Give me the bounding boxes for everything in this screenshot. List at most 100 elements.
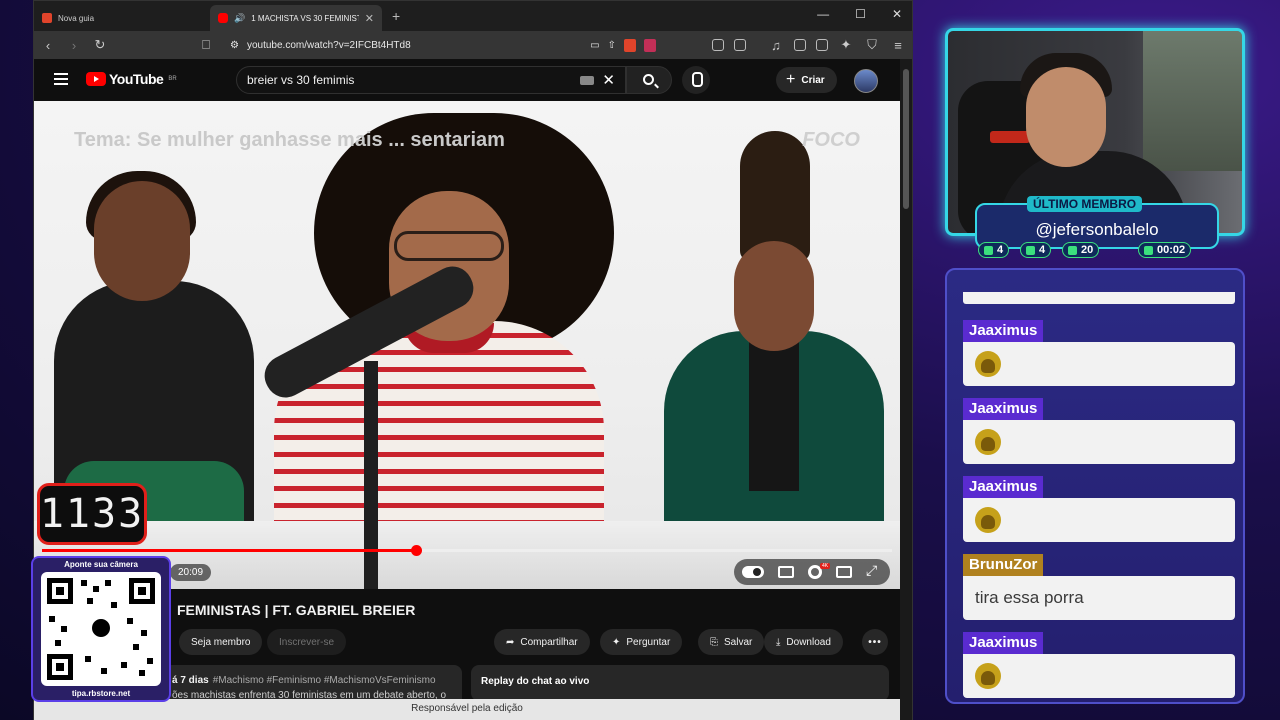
cast-icon[interactable]: ▭ — [590, 40, 599, 51]
ask-label: Perguntar — [626, 636, 671, 648]
share-button[interactable]: ➦ Compartilhar — [494, 629, 590, 655]
youtube-header: YouTube BR breier vs 30 femimis ✕ + Cria… — [34, 59, 912, 101]
progress-fill — [42, 549, 416, 552]
tab-title: 1 MACHISTA VS 30 FEMINISTAS | FT — [251, 13, 359, 23]
stream-timer: 00:02 — [1138, 242, 1192, 258]
search-icon — [643, 74, 654, 85]
scrollbar[interactable] — [900, 59, 912, 720]
share-icon: ➦ — [506, 636, 515, 648]
status-bar: Responsável pela edição — [34, 699, 900, 720]
channel-watermark: FOCO — [802, 129, 860, 151]
upload-date: á 7 dias — [172, 675, 209, 686]
ask-button[interactable]: ✦ Perguntar — [600, 629, 683, 655]
url-text: youtube.com/watch?v=2IFCBt4HTd8 — [246, 39, 411, 51]
bookmark-save-icon: ⎘ — [710, 636, 718, 648]
stream-clock: 1133 — [37, 483, 147, 545]
chat-message-body — [963, 420, 1235, 464]
chat-message-body — [963, 498, 1235, 542]
create-label: Criar — [801, 74, 825, 86]
progress-scrubber[interactable] — [411, 545, 422, 556]
emote-icon — [975, 429, 1001, 455]
vpn-icon[interactable]: ⛉ — [864, 37, 880, 53]
chat-username: Jaaximus — [963, 398, 1044, 420]
hamburger-menu-icon[interactable] — [54, 73, 68, 88]
player-controls: 4K — [734, 559, 890, 585]
close-window-icon[interactable]: ✕ — [892, 7, 902, 21]
youtube-play-icon — [86, 72, 106, 86]
chat-message: BrunuZor tira essa porra — [963, 554, 1235, 620]
search-button[interactable] — [626, 66, 672, 94]
reload-icon[interactable]: ↻ — [92, 37, 108, 53]
tab-youtube-video[interactable]: 🔊 1 MACHISTA VS 30 FEMINISTAS | FT ✕ — [210, 5, 382, 31]
leo-ai-icon[interactable]: ✦ — [838, 37, 854, 53]
maximize-icon[interactable]: ☐ — [855, 7, 866, 21]
subtitles-icon[interactable] — [778, 566, 794, 578]
sidebar-icon[interactable] — [794, 39, 806, 51]
download-button[interactable]: ⤓ Download — [764, 629, 843, 655]
media-icon[interactable]: ♫ — [768, 38, 784, 53]
address-bar[interactable]: ⚙ youtube.com/watch?v=2IFCBt4HTd8 ▭ ⇧ — [224, 34, 662, 56]
qr-footer: tipa.rbstore.net — [71, 689, 131, 698]
keyboard-icon[interactable] — [580, 75, 595, 85]
wallet-icon[interactable] — [816, 39, 828, 51]
join-button[interactable]: Seja membro — [179, 629, 263, 655]
subscribe-button[interactable]: Inscrever-se — [267, 629, 347, 655]
twitch-count: 4 — [997, 244, 1004, 256]
share-label: Compartilhar — [520, 636, 578, 648]
chat-message-partial — [963, 292, 1235, 304]
more-actions-button[interactable]: ••• — [862, 629, 888, 655]
minimize-icon[interactable]: — — [817, 7, 829, 21]
youtube-icon — [1026, 245, 1035, 255]
kick-viewer-counter: 20 — [1062, 242, 1100, 258]
emote-icon — [975, 663, 1001, 689]
twitch-icon — [984, 245, 993, 255]
save-label: Salvar — [724, 636, 753, 648]
back-icon[interactable]: ‹ — [40, 38, 56, 53]
navigation-bar: ‹ › ↻ ⎕ ⚙ youtube.com/watch?v=2IFCBt4HTd… — [34, 31, 912, 59]
youtube-logo[interactable]: YouTube BR — [86, 71, 177, 87]
brave-icon — [42, 13, 52, 23]
chat-username: Jaaximus — [963, 320, 1044, 342]
settings-gear-icon[interactable]: 4K — [808, 563, 831, 579]
time-display: 20:09 — [170, 564, 212, 581]
extension-icon[interactable] — [712, 39, 724, 51]
voice-search-button[interactable] — [682, 66, 710, 94]
qr-card: Aponte sua câmera tipa.rbstore.net — [31, 556, 171, 702]
tab-new[interactable]: Nova guia — [34, 5, 204, 31]
forward-icon[interactable]: › — [66, 38, 82, 53]
qr-logo-icon — [89, 616, 113, 640]
share-page-icon[interactable]: ⇧ — [608, 40, 616, 51]
search-input[interactable]: breier vs 30 femimis ✕ — [236, 66, 626, 94]
screenshot-icon[interactable] — [734, 39, 746, 51]
speaker-icon[interactable]: 🔊 — [234, 13, 245, 24]
scroll-thumb[interactable] — [903, 69, 909, 209]
youtube-viewer-counter: 4 — [1020, 242, 1052, 258]
fullscreen-icon[interactable] — [866, 562, 882, 579]
chat-message: Jaaximus — [963, 476, 1235, 542]
menu-icon[interactable]: ≡ — [890, 38, 906, 53]
theater-mode-icon[interactable] — [836, 566, 852, 578]
site-info-icon[interactable]: ⚙ — [230, 40, 239, 51]
video-player[interactable]: Tema: Se mulher ganhasse mais ... sentar… — [34, 101, 900, 589]
new-tab-icon[interactable]: + — [392, 8, 400, 24]
plus-icon: + — [786, 71, 796, 88]
close-tab-icon[interactable]: ✕ — [365, 12, 374, 25]
chat-panel: Jaaximus Jaaximus Jaaximus BrunuZor tira… — [945, 268, 1245, 704]
logo-wordmark: YouTube — [109, 71, 164, 87]
bookmark-icon[interactable]: ⎕ — [198, 37, 214, 53]
chat-replay-panel[interactable]: Replay do chat ao vivo — [471, 665, 889, 701]
clear-search-icon[interactable]: ✕ — [602, 71, 615, 89]
video-caption: Tema: Se mulher ganhasse mais ... sentar… — [74, 129, 505, 151]
chat-message: Jaaximus — [963, 632, 1235, 698]
hashtags[interactable]: #Machismo #Feminismo #MachismoVsFeminism… — [213, 675, 436, 686]
chat-message: Jaaximus — [963, 398, 1235, 464]
autoplay-toggle[interactable] — [742, 566, 764, 578]
avatar[interactable] — [854, 69, 878, 93]
brave-rewards-icon[interactable] — [644, 38, 656, 52]
save-button[interactable]: ⎘ Salvar — [698, 629, 765, 655]
chat-username: BrunuZor — [963, 554, 1044, 576]
progress-bar[interactable] — [42, 545, 892, 556]
brave-shields-icon[interactable] — [624, 38, 636, 52]
create-button[interactable]: + Criar — [776, 67, 837, 93]
search-value: breier vs 30 femimis — [247, 73, 355, 87]
